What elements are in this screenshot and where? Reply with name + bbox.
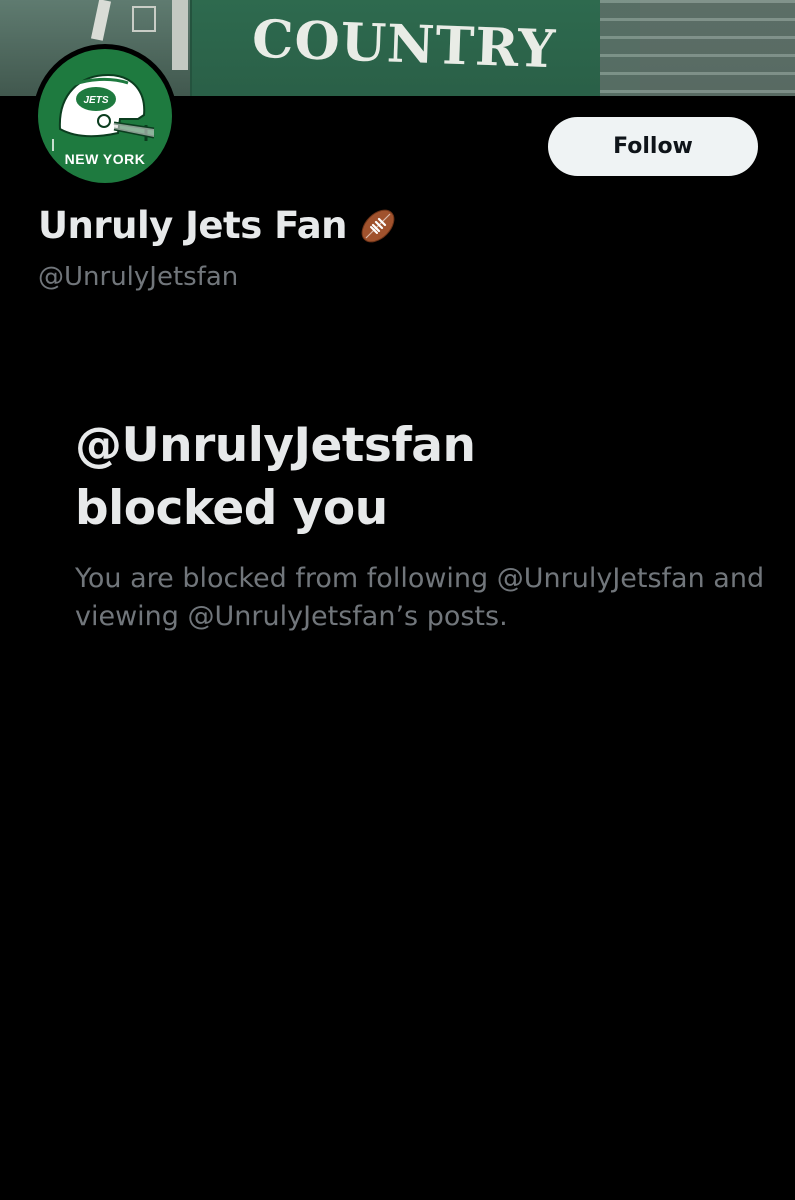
banner-frame: [132, 6, 156, 32]
avatar-badge-text: JETS: [83, 95, 108, 106]
avatar[interactable]: JETS NEW YORK: [33, 44, 177, 188]
avatar-caption: NEW YORK: [64, 151, 146, 167]
football-icon: [361, 209, 395, 242]
blocked-title: @UnrulyJetsfan blocked you: [75, 414, 755, 540]
profile-name: Unruly Jets Fan: [38, 204, 399, 247]
profile-page: COUNTRY JETS NEW YORK Follow Unruly Jets…: [0, 0, 795, 1200]
avatar-image: JETS NEW YORK: [38, 49, 172, 183]
banner-pole: [172, 0, 188, 70]
follow-button[interactable]: Follow: [548, 117, 758, 176]
blocked-description: You are blocked from following @UnrulyJe…: [75, 563, 765, 632]
display-name-text: Unruly Jets Fan: [38, 204, 348, 247]
profile-handle: @UnrulyJetsfan: [38, 262, 239, 292]
banner-railing: [600, 0, 795, 96]
blocked-title-message: blocked you: [75, 481, 388, 536]
blocked-title-handle: @UnrulyJetsfan: [75, 418, 476, 473]
banner-flag-text: COUNTRY: [251, 8, 557, 81]
